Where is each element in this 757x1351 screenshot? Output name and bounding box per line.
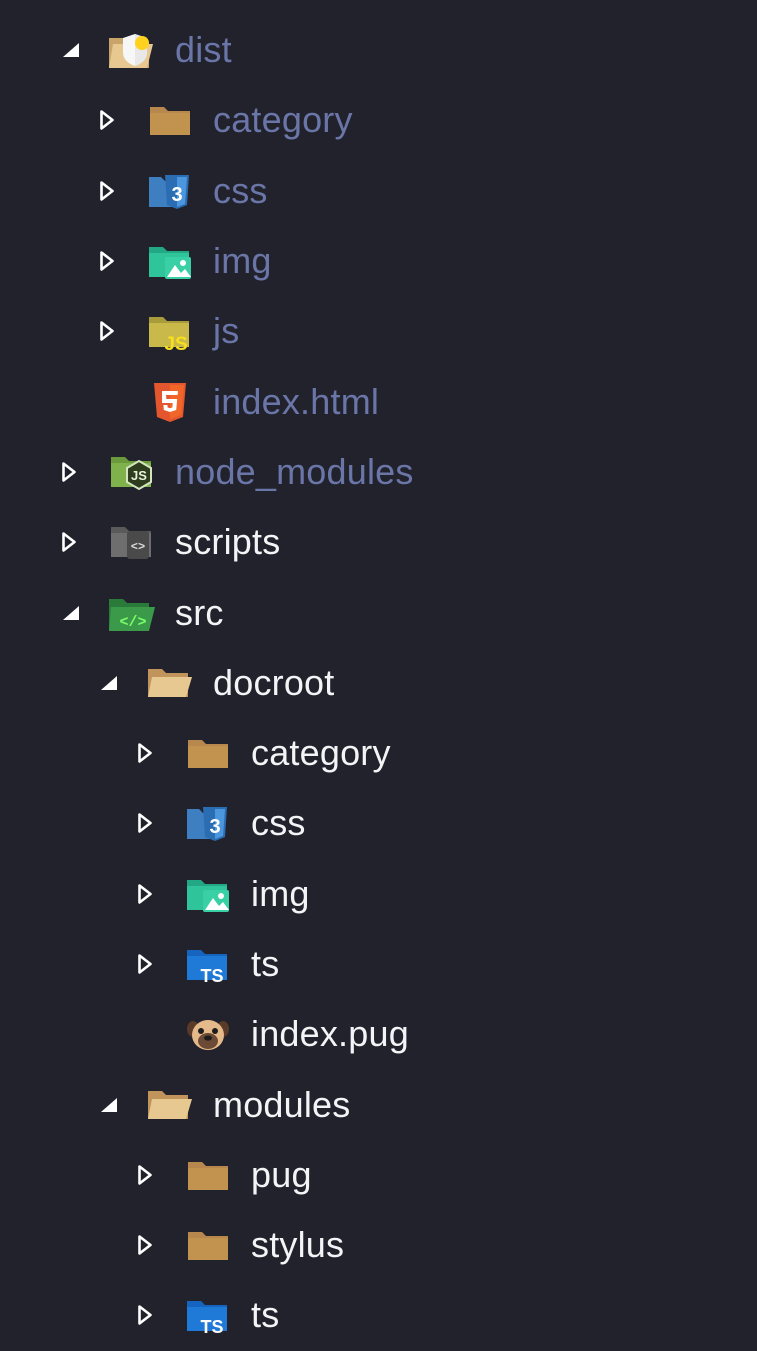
expanded-arrow-icon[interactable] (100, 1093, 124, 1117)
tree-item-label: stylus (251, 1224, 345, 1266)
tree-item-node-modules[interactable]: JS node_modules (0, 437, 757, 507)
collapsed-arrow-icon[interactable] (100, 319, 124, 343)
tree-item-docroot-ts[interactable]: TS ts (0, 929, 757, 999)
tree-item-label: modules (213, 1083, 351, 1125)
tree-item-modules-stylus[interactable]: stylus (0, 1210, 757, 1280)
tree-item-label: pug (251, 1153, 312, 1195)
collapsed-arrow-icon[interactable] (62, 530, 86, 554)
tree-item-dist-index-html[interactable]: index.html (0, 366, 757, 436)
folder-typescript-icon: TS (182, 942, 234, 986)
collapsed-arrow-icon[interactable] (138, 952, 162, 976)
tree-item-label: js (213, 310, 240, 352)
collapsed-arrow-icon[interactable] (138, 1233, 162, 1257)
no-arrow-spacer (100, 390, 124, 414)
file-explorer-tree: dist category 3 css img JS js index.html… (0, 15, 757, 1351)
folder-open-icon (144, 1083, 196, 1127)
folder-images-icon (182, 872, 234, 916)
collapsed-arrow-icon[interactable] (138, 882, 162, 906)
folder-icon (182, 731, 234, 775)
pug-file-icon (182, 1012, 234, 1056)
svg-text:TS: TS (200, 966, 223, 984)
tree-item-label: img (251, 872, 310, 914)
collapsed-arrow-icon[interactable] (138, 1163, 162, 1187)
tree-item-label: css (251, 802, 306, 844)
collapsed-arrow-icon[interactable] (138, 741, 162, 765)
no-arrow-spacer (138, 1022, 162, 1046)
folder-css-icon: 3 (182, 801, 234, 845)
tree-item-label: category (213, 99, 353, 141)
folder-src-open-icon: </> (106, 591, 158, 635)
tree-item-label: node_modules (175, 450, 414, 492)
tree-item-label: index.pug (251, 1013, 409, 1055)
svg-text:3: 3 (209, 816, 220, 838)
tree-item-label: index.html (213, 380, 380, 422)
expanded-arrow-icon[interactable] (62, 38, 86, 62)
tree-item-label: css (213, 169, 268, 211)
tree-item-label: ts (251, 1294, 280, 1336)
svg-text:JS: JS (131, 468, 147, 483)
svg-text:3: 3 (171, 184, 182, 206)
tree-item-docroot-img[interactable]: img (0, 859, 757, 929)
svg-text:TS: TS (200, 1317, 223, 1335)
tree-item-label: dist (175, 29, 232, 71)
tree-item-modules-pug[interactable]: pug (0, 1140, 757, 1210)
folder-images-icon (144, 239, 196, 283)
tree-item-dist-css[interactable]: 3 css (0, 156, 757, 226)
folder-dist-open-icon (106, 28, 158, 72)
folder-icon (182, 1153, 234, 1197)
folder-icon (144, 98, 196, 142)
svg-text:<>: <> (131, 540, 145, 554)
collapsed-arrow-icon[interactable] (138, 811, 162, 835)
folder-open-icon (144, 661, 196, 705)
collapsed-arrow-icon[interactable] (62, 460, 86, 484)
folder-js-icon: JS (144, 309, 196, 353)
tree-item-docroot-category[interactable]: category (0, 718, 757, 788)
tree-item-label: category (251, 732, 391, 774)
tree-item-label: img (213, 240, 272, 282)
folder-typescript-icon: TS (182, 1293, 234, 1337)
collapsed-arrow-icon[interactable] (100, 179, 124, 203)
tree-item-label: docroot (213, 661, 335, 703)
expanded-arrow-icon[interactable] (100, 671, 124, 695)
tree-item-dist-js[interactable]: JS js (0, 296, 757, 366)
tree-item-label: ts (251, 943, 280, 984)
tree-item-docroot-css[interactable]: 3 css (0, 788, 757, 858)
tree-item-src[interactable]: </> src (0, 577, 757, 647)
svg-text:</>: </> (119, 614, 146, 631)
folder-icon (182, 1223, 234, 1267)
tree-item-docroot-index-pug[interactable]: index.pug (0, 999, 757, 1069)
tree-item-dist-img[interactable]: img (0, 226, 757, 296)
svg-text:JS: JS (164, 334, 187, 351)
tree-item-modules[interactable]: modules (0, 1069, 757, 1139)
folder-css-icon: 3 (144, 169, 196, 213)
collapsed-arrow-icon[interactable] (138, 1303, 162, 1327)
expanded-arrow-icon[interactable] (62, 601, 86, 625)
tree-item-dist-category[interactable]: category (0, 85, 757, 155)
collapsed-arrow-icon[interactable] (100, 108, 124, 132)
folder-node-icon: JS (106, 450, 158, 494)
tree-item-label: scripts (175, 521, 281, 563)
tree-item-dist[interactable]: dist (0, 15, 757, 85)
tree-item-modules-ts[interactable]: TS ts (0, 1280, 757, 1350)
folder-scripts-icon: <> (106, 520, 158, 564)
html5-file-icon (144, 380, 196, 424)
tree-item-docroot[interactable]: docroot (0, 648, 757, 718)
collapsed-arrow-icon[interactable] (100, 249, 124, 273)
tree-item-scripts[interactable]: <> scripts (0, 507, 757, 577)
tree-item-label: src (175, 591, 224, 633)
